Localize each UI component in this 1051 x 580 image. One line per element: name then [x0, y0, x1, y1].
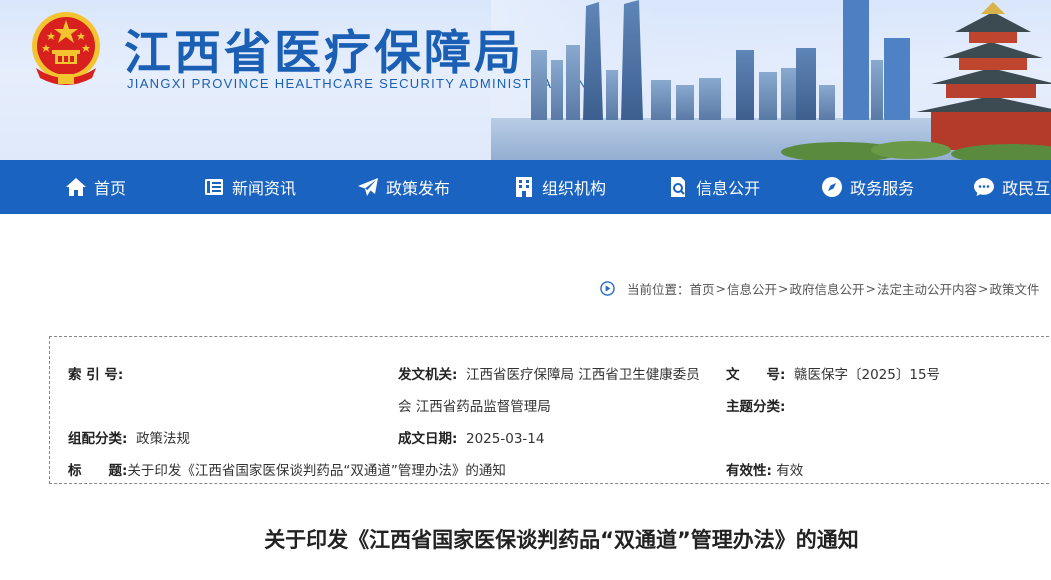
nav-item-label: 信息公开	[696, 179, 761, 198]
meta-label: 发文机关:	[398, 367, 458, 383]
city-skyline-illustration	[491, 0, 1051, 160]
nav-item-label: 政策发布	[386, 179, 451, 198]
nav-item-label: 首页	[94, 179, 127, 198]
nav-item-label: 政民互动	[1002, 179, 1051, 198]
chat-icon	[974, 178, 995, 196]
meta-label: 主题分类:	[726, 399, 786, 415]
nav-item-organization[interactable]: 组织机构	[512, 160, 606, 214]
document-metadata-box: 索 引 号: 发文机关: 江西省医疗保障局 江西省卫生健康委员 文 号: 赣医保…	[49, 336, 1051, 484]
meta-label: 标 题:	[68, 463, 128, 479]
nav-item-services[interactable]: 政务服务	[820, 160, 914, 214]
meta-title: 标 题:关于印发《江西省国家医保谈判药品“双通道”管理办法》的通知	[68, 459, 506, 479]
nav-item-label: 政务服务	[850, 179, 915, 198]
meta-value: 赣医保字〔2025〕15号	[794, 367, 941, 383]
compass-icon	[822, 177, 843, 197]
meta-label: 文 号:	[726, 367, 786, 383]
meta-value: 会 江西省药品监督管理局	[398, 399, 551, 415]
meta-value: 2025-03-14	[466, 431, 545, 447]
meta-docno: 文 号: 赣医保字〔2025〕15号	[726, 363, 940, 383]
breadcrumb-item[interactable]: 法定主动公开内容	[877, 279, 977, 298]
breadcrumb-item[interactable]: 信息公开	[727, 279, 777, 298]
meta-label: 组配分类:	[68, 431, 128, 447]
site-title: 江西省医疗保障局	[124, 26, 524, 81]
meta-label: 有效性:	[726, 463, 772, 479]
breadcrumb-item[interactable]: 政策文件	[990, 279, 1040, 298]
meta-label: 索 引 号:	[68, 367, 124, 383]
breadcrumb: 当前位置： 首页 > 信息公开 > 政府信息公开 > 法定主动公开内容 > 政策文件	[600, 278, 1051, 298]
meta-topic: 主题分类:	[726, 395, 785, 415]
site-banner: 江西省医疗保障局 JIANGXI PROVINCE HEALTHCARE SEC…	[0, 0, 1051, 160]
breadcrumb-item[interactable]: 首页	[690, 279, 715, 298]
meta-validity: 有效性: 有效	[726, 459, 803, 479]
nav-item-disclosure[interactable]: 信息公开	[666, 160, 760, 214]
nav-item-home[interactable]: 首页	[64, 160, 126, 214]
breadcrumb-item[interactable]: 政府信息公开	[790, 279, 865, 298]
national-emblem-icon	[32, 12, 100, 85]
article-title: 关于印发《江西省国家医保谈判药品“双通道”管理办法》的通知	[264, 528, 859, 552]
meta-category: 组配分类: 政策法规	[68, 427, 190, 447]
breadcrumb-separator: >	[778, 280, 789, 296]
nav-item-interaction[interactable]: 政民互动	[972, 160, 1051, 214]
main-nav: 首页 新闻资讯 政策发布 组织机构 信息公开 政务服务 政民互	[0, 160, 1051, 214]
nav-item-news[interactable]: 新闻资讯	[202, 160, 296, 214]
breadcrumb-separator: >	[865, 280, 877, 296]
nav-item-policy[interactable]: 政策发布	[356, 160, 450, 214]
breadcrumb-separator: >	[978, 280, 989, 296]
nav-item-label: 新闻资讯	[232, 179, 297, 198]
home-icon	[66, 178, 86, 196]
document-search-icon	[671, 177, 686, 197]
meta-value: 有效	[776, 463, 804, 479]
news-icon	[205, 179, 224, 195]
location-arrow-icon	[600, 280, 615, 296]
breadcrumb-separator: >	[715, 280, 727, 296]
meta-index: 索 引 号:	[68, 363, 123, 383]
meta-value: 江西省医疗保障局 江西省卫生健康委员	[466, 367, 700, 383]
meta-label: 成文日期:	[398, 431, 458, 447]
meta-issuer: 发文机关: 江西省医疗保障局 江西省卫生健康委员	[398, 363, 700, 383]
paper-plane-icon	[358, 178, 379, 196]
meta-value: 政策法规	[136, 431, 190, 447]
meta-issuer-continued: 会 江西省药品监督管理局	[398, 395, 551, 415]
nav-item-label: 组织机构	[542, 179, 607, 198]
breadcrumb-prefix: 当前位置：	[627, 281, 690, 297]
meta-value: 关于印发《江西省国家医保谈判药品“双通道”管理办法》的通知	[127, 463, 506, 479]
meta-date: 成文日期: 2025-03-14	[398, 427, 544, 447]
building-icon	[516, 177, 533, 197]
